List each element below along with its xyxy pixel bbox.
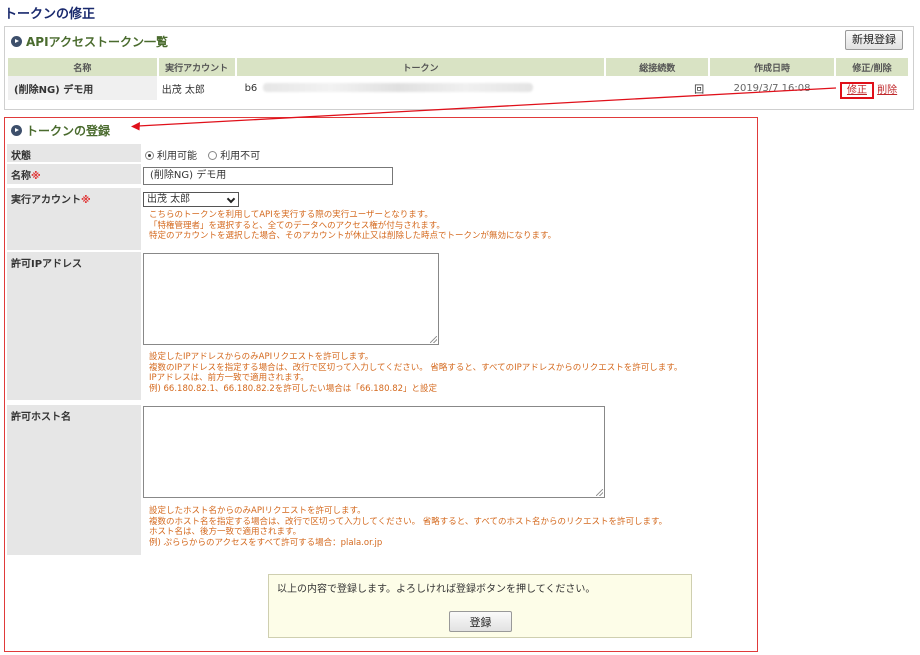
column-header-token: トークン (235, 58, 607, 76)
host-note-line: 複数のホスト名を指定する場合は、改行で区切って入力してください。 省略すると、す… (149, 516, 668, 527)
radio-unavailable[interactable] (208, 151, 218, 160)
form-title: トークンの登録 (26, 124, 111, 138)
table-row: (削除NG) デモ用 出茂 太郎 b6 回 2019/3/7 16:08 修正 … (8, 76, 911, 100)
token-masked (263, 83, 534, 92)
account-label: 実行アカウント※ (7, 188, 141, 250)
column-header-account: 実行アカウント (157, 58, 237, 76)
delete-link[interactable]: 削除 (877, 85, 897, 96)
account-label-text: 実行アカウント (11, 195, 81, 206)
radio-available-label: 利用可能 (157, 151, 197, 162)
radio-available[interactable] (145, 151, 154, 160)
confirm-text: 以上の内容で登録します。よろしければ登録ボタンを押してください。 (277, 584, 596, 595)
host-note-line: 設定したホスト名からのみAPIリクエストを許可します。 (149, 506, 366, 516)
host-notes: 設定したホスト名からのみAPIリクエストを許可します。 複数のホスト名を指定する… (149, 506, 667, 548)
radio-unavailable-label: 利用不可 (220, 151, 261, 162)
submit-button[interactable]: 登録 (449, 611, 512, 632)
row-actions: 修正 削除 (834, 76, 911, 100)
column-header-created: 作成日時 (709, 58, 836, 76)
list-header: APIアクセストークン一覧 新規登録 (5, 27, 913, 55)
required-mark: ※ (81, 195, 91, 206)
column-header-actions: 修正/削除 (834, 58, 911, 76)
host-textarea[interactable] (143, 406, 605, 498)
resize-grip-icon[interactable] (596, 489, 603, 496)
name-input[interactable]: (削除NG) デモ用 (143, 167, 393, 185)
account-note-line: 「特権管理者」を選択すると、全てのデータへのアクセス権が付与されます。 (149, 220, 445, 231)
account-select[interactable]: 出茂 太郎 (143, 192, 239, 207)
host-note-line: ホスト名は、後方一致で適用されます。 (149, 527, 302, 537)
row-token: b6 (235, 76, 607, 100)
edit-highlight: 修正 (839, 81, 874, 99)
status-label: 状態 (7, 144, 141, 162)
chevron-down-icon (226, 194, 236, 204)
confirm-box: 以上の内容で登録します。よろしければ登録ボタンを押してください。 登録 (268, 574, 692, 638)
list-title: APIアクセストークン一覧 (26, 35, 168, 49)
ip-note-line: IPアドレスは、前方一致で適用されます。 (149, 373, 309, 383)
token-form-panel: トークンの登録 状態 利用可能 利用不可 名称※ (削除NG) デモ用 実行アカ… (4, 117, 758, 652)
page-title: トークンの修正 (4, 7, 96, 22)
ip-textarea[interactable] (143, 253, 439, 345)
account-notes: こちらのトークンを利用してAPIを実行する際の実行ユーザーとなります。 「特権管… (149, 210, 556, 242)
name-label-text: 名称 (11, 171, 31, 182)
ip-label: 許可IPアドレス (7, 252, 141, 400)
row-created: 2019/3/7 16:08 (709, 76, 836, 100)
host-note-line: 例) ぷららからのアクセスをすべて許可する場合：plala.or.jp (149, 537, 383, 548)
ip-notes: 設定したIPアドレスからのみAPIリクエストを許可します。 複数のIPアドレスを… (149, 352, 682, 394)
row-count: 回 (605, 76, 711, 100)
status-radio-group: 利用可能 利用不可 (145, 147, 260, 162)
column-header-name: 名称 (8, 58, 159, 76)
row-name: (削除NG) デモ用 (8, 76, 159, 100)
account-note-line: こちらのトークンを利用してAPIを実行する際の実行ユーザーとなります。 (149, 210, 433, 220)
row-account: 出茂 太郎 (157, 76, 237, 100)
token-prefix: b6 (244, 82, 258, 94)
ip-note-line: 複数のIPアドレスを指定する場合は、改行で区切って入力してください。 省略すると… (149, 362, 683, 373)
name-label: 名称※ (7, 164, 141, 184)
circle-arrow-icon (11, 36, 22, 47)
ip-note-line: 設定したIPアドレスからのみAPIリクエストを許可します。 (149, 352, 374, 362)
host-label: 許可ホスト名 (7, 405, 141, 555)
new-register-button[interactable]: 新規登録 (845, 30, 903, 50)
account-select-value: 出茂 太郎 (147, 194, 191, 205)
account-note-line: 特定のアカウントを選択した場合、そのアカウントが休止又は削除した時点でトークンが… (149, 231, 557, 241)
ip-note-line: 例) 66.180.82.1、66.180.82.2を許可したい場合は「66.1… (149, 383, 438, 394)
edit-link[interactable]: 修正 (847, 85, 867, 96)
form-section-title: トークンの登録 (11, 122, 110, 139)
api-token-table: 名称 実行アカウント トークン 総接続数 作成日時 修正/削除 (削除NG) デ… (8, 58, 911, 100)
resize-grip-icon[interactable] (430, 336, 437, 343)
column-header-count: 総接続数 (605, 58, 711, 76)
api-token-list-panel: APIアクセストークン一覧 新規登録 名称 実行アカウント トークン 総接続数 … (4, 26, 914, 110)
circle-arrow-icon (11, 125, 22, 136)
list-section-title: APIアクセストークン一覧 (11, 33, 168, 50)
required-mark: ※ (31, 171, 41, 182)
